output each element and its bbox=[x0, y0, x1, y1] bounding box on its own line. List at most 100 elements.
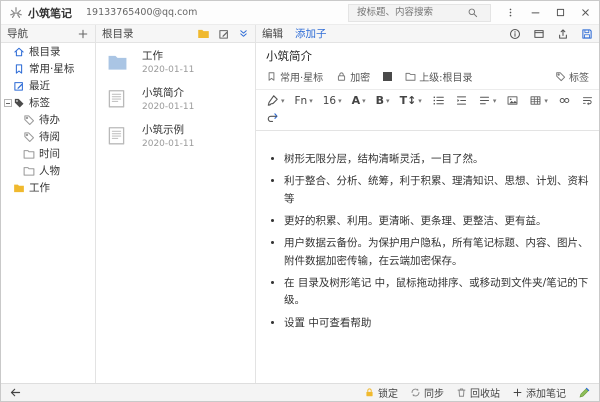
titlebar: 小筑笔记 19133765400@qq.com bbox=[1, 1, 599, 25]
insert-table-button[interactable] bbox=[529, 94, 548, 107]
file-list-item[interactable]: 工作 2020-01-11 bbox=[96, 43, 255, 80]
lock-icon bbox=[364, 387, 375, 398]
caret-down-icon bbox=[338, 97, 342, 105]
export-icon[interactable] bbox=[557, 28, 569, 40]
insert-link-button[interactable] bbox=[558, 94, 571, 107]
sidebar-item[interactable]: 待办 bbox=[1, 111, 95, 128]
menu-kebab-icon[interactable] bbox=[505, 7, 516, 18]
new-folder-icon[interactable] bbox=[197, 27, 210, 40]
file-list-panel: 根目录 工作 2020-01-11 小筑简介 2020-01-11 小筑示例 2… bbox=[96, 25, 256, 383]
add-note-button[interactable]: 添加笔记 bbox=[512, 385, 566, 400]
folder-o-icon bbox=[23, 165, 35, 177]
sidebar-item[interactable]: 时间 bbox=[1, 145, 95, 162]
sidebar-item-label: 工作 bbox=[29, 180, 50, 195]
note-bullet: 在 目录及树形笔记 中，鼠标拖动排序、或移动到文件夹/笔记的下级。 bbox=[284, 275, 591, 310]
encrypt-toggle[interactable]: 加密 bbox=[336, 69, 370, 84]
insert-image-button[interactable] bbox=[506, 94, 519, 107]
tag-o-icon bbox=[23, 114, 35, 126]
file-list-header: 根目录 bbox=[96, 25, 255, 43]
align-button[interactable] bbox=[478, 94, 497, 107]
file-list-item[interactable]: 小筑示例 2020-01-11 bbox=[96, 117, 255, 154]
sidebar-item[interactable]: 标签 bbox=[1, 94, 95, 111]
minimize-icon[interactable] bbox=[530, 7, 541, 18]
wrap-button[interactable] bbox=[581, 94, 594, 107]
caret-down-icon bbox=[362, 97, 366, 105]
redo-icon bbox=[266, 111, 279, 124]
sidebar-items: 根目录 常用·星标 最近 标签 待办 待阅 时间 人物 工作 bbox=[1, 43, 95, 196]
indent-list-button[interactable] bbox=[455, 94, 468, 107]
note-bullet: 更好的积累、利用。更清晰、更条理、更整洁、更有益。 bbox=[284, 213, 591, 230]
sidebar-item[interactable]: 待阅 bbox=[1, 128, 95, 145]
add-nav-icon[interactable] bbox=[77, 28, 89, 40]
sidebar-item-label: 根目录 bbox=[29, 44, 61, 59]
font-family-button[interactable]: Fn bbox=[295, 95, 313, 107]
search-input[interactable] bbox=[355, 6, 467, 19]
color-swatch[interactable] bbox=[383, 72, 392, 81]
file-item-title: 工作 bbox=[142, 48, 194, 63]
sync-button[interactable]: 同步 bbox=[410, 385, 444, 400]
file-list-item[interactable]: 小筑简介 2020-01-11 bbox=[96, 80, 255, 117]
save-icon[interactable] bbox=[581, 28, 593, 40]
add-note-label: 添加笔记 bbox=[526, 385, 566, 400]
sidebar-item-label: 人物 bbox=[39, 163, 60, 178]
link-icon bbox=[558, 94, 571, 107]
note-bullet-list: 树形无限分层，结构清晰灵活，一目了然。利于整合、分析、统筹，利于积累、理清知识、… bbox=[270, 151, 591, 332]
collapse-all-icon[interactable] bbox=[238, 28, 249, 39]
search-box[interactable] bbox=[348, 4, 491, 22]
note-title[interactable]: 小筑简介 bbox=[256, 43, 599, 67]
trash-icon bbox=[456, 387, 467, 398]
recycle-bin-button[interactable]: 回收站 bbox=[456, 385, 500, 400]
file-item-date: 2020-01-11 bbox=[142, 102, 194, 112]
window-controls bbox=[505, 7, 591, 18]
maximize-icon[interactable] bbox=[555, 7, 566, 18]
sidebar-item[interactable]: 根目录 bbox=[1, 43, 95, 60]
app-window: 小筑笔记 19133765400@qq.com 导航 根目录 常用·星标 bbox=[0, 0, 600, 402]
close-icon[interactable] bbox=[580, 7, 591, 18]
file-item-date: 2020-01-11 bbox=[142, 65, 194, 75]
font-size-button[interactable]: 16 bbox=[323, 95, 342, 107]
sidebar-item-label: 待办 bbox=[39, 112, 60, 127]
parent-link[interactable]: 上级:根目录 bbox=[405, 69, 472, 84]
file-item-title: 小筑示例 bbox=[142, 122, 194, 137]
app-logo-icon bbox=[9, 6, 23, 20]
search-icon[interactable] bbox=[467, 7, 478, 18]
add-child-link[interactable]: 添加子 bbox=[295, 26, 327, 41]
sidebar-item[interactable]: 最近 bbox=[1, 77, 95, 94]
new-note-icon[interactable] bbox=[218, 28, 230, 40]
home-icon bbox=[13, 46, 25, 58]
align-icon bbox=[478, 94, 491, 107]
star-toggle[interactable]: 常用·星标 bbox=[266, 69, 323, 84]
tree-expander-icon[interactable] bbox=[4, 99, 12, 107]
account-email[interactable]: 19133765400@qq.com bbox=[86, 7, 197, 18]
sidebar-item[interactable]: 人物 bbox=[1, 162, 95, 179]
doc-icon bbox=[104, 123, 134, 149]
heading-button[interactable]: T↕ bbox=[400, 94, 422, 107]
note-content[interactable]: 树形无限分层，结构清晰灵活，一目了然。利于整合、分析、统筹，利于积累、理清知识、… bbox=[256, 131, 599, 383]
caret-down-icon bbox=[386, 97, 390, 105]
wrap-icon bbox=[581, 94, 594, 107]
back-icon[interactable] bbox=[9, 386, 22, 399]
format-painter-button[interactable] bbox=[266, 94, 285, 107]
sidebar-item-label: 最近 bbox=[29, 78, 50, 93]
sidebar-item[interactable]: 常用·星标 bbox=[1, 60, 95, 77]
info-icon[interactable] bbox=[509, 28, 521, 40]
tags-icon bbox=[13, 97, 25, 109]
redo-button[interactable] bbox=[266, 111, 279, 124]
compose-icon[interactable] bbox=[578, 386, 591, 399]
tag-label: 标签 bbox=[569, 69, 589, 84]
bold-button[interactable]: B bbox=[376, 94, 390, 107]
lock-outline-icon bbox=[336, 71, 347, 82]
bullet-list-button[interactable] bbox=[432, 94, 445, 107]
lock-button[interactable]: 锁定 bbox=[364, 385, 398, 400]
encrypt-label: 加密 bbox=[350, 69, 370, 84]
window-layout-icon[interactable] bbox=[533, 28, 545, 40]
heading-label: T↕ bbox=[400, 94, 417, 107]
bookmark-icon bbox=[13, 63, 25, 75]
caret-down-icon bbox=[281, 97, 285, 105]
tag-button[interactable]: 标签 bbox=[555, 69, 589, 84]
bookmark-icon bbox=[266, 71, 277, 82]
statusbar: 锁定 同步 回收站 添加笔记 bbox=[1, 383, 599, 401]
font-color-button[interactable]: A bbox=[352, 94, 366, 107]
indent-list-icon bbox=[455, 94, 468, 107]
sidebar-item[interactable]: 工作 bbox=[1, 179, 95, 196]
